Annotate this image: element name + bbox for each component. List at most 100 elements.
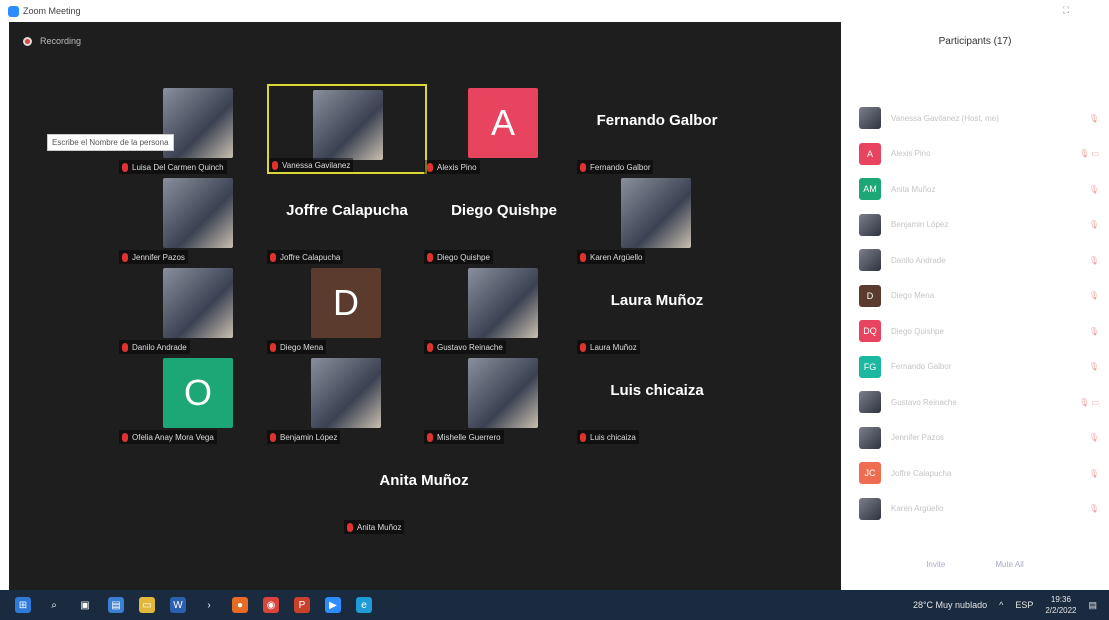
mic-muted-icon bbox=[427, 252, 433, 262]
tile-display-name: Joffre Calapucha bbox=[286, 202, 408, 219]
video-tile[interactable]: Diego Quishpe Diego Quishpe bbox=[424, 174, 584, 264]
search-icon[interactable]: ⌕ bbox=[46, 597, 62, 613]
video-tile[interactable]: Gustavo Reinache bbox=[424, 264, 584, 354]
tile-name-text: Luis chicaiza bbox=[590, 432, 636, 442]
participant-row[interactable]: DQ Diego Quishpe 🎙 bbox=[859, 319, 1099, 343]
participant-status-icons[interactable]: 🎙 bbox=[1069, 362, 1099, 371]
participant-status-icons[interactable]: 🎙 bbox=[1069, 291, 1099, 300]
tile-display-name: Diego Quishpe bbox=[451, 202, 557, 219]
avatar-letter: O bbox=[163, 358, 233, 428]
participant-row[interactable]: Jennifer Pazos 🎙 bbox=[859, 426, 1099, 450]
file-explorer-icon[interactable]: ▭ bbox=[139, 597, 155, 613]
participant-name: Diego Quishpe bbox=[891, 326, 944, 336]
video-tile[interactable]: Joffre Calapucha Joffre Calapucha bbox=[267, 174, 427, 264]
participants-panel: Participants (17) Vanessa Gavilanez (Hos… bbox=[841, 22, 1109, 590]
tile-name-label: Diego Mena bbox=[267, 340, 327, 354]
participant-row[interactable]: Vanessa Gavilanez (Host, me) 🎙 bbox=[859, 106, 1099, 130]
tray-chevron-icon[interactable]: ^ bbox=[999, 600, 1003, 610]
clock-time: 19:36 bbox=[1050, 595, 1071, 604]
zoom-icon[interactable]: ▶ bbox=[325, 597, 341, 613]
mic-muted-icon bbox=[122, 252, 128, 262]
video-tile[interactable]: Luis chicaiza Luis chicaiza bbox=[577, 354, 737, 444]
chrome-icon[interactable]: ◉ bbox=[263, 597, 279, 613]
tile-name-text: Mishelle Guerrero bbox=[437, 432, 501, 442]
language-indicator[interactable]: ESP bbox=[1015, 600, 1033, 610]
participant-video bbox=[621, 178, 691, 248]
video-tile[interactable]: A Alexis Pino bbox=[424, 84, 584, 174]
video-tile[interactable]: Luisa Del Carmen Quinch bbox=[119, 84, 279, 174]
participant-row[interactable]: Karen Argüello 🎙 bbox=[859, 497, 1099, 521]
video-tile[interactable]: Anita Muñoz Anita Muñoz bbox=[344, 444, 504, 534]
participant-name: Gustavo Reinache bbox=[891, 397, 957, 407]
participant-status-icons[interactable]: 🎙 bbox=[1069, 433, 1099, 442]
participant-status-icons[interactable]: 🎙 bbox=[1069, 469, 1099, 478]
avatar bbox=[859, 391, 881, 413]
clock[interactable]: 19:36 2/2/2022 bbox=[1045, 594, 1076, 616]
title-bar: Zoom Meeting ⛶ bbox=[0, 0, 1109, 22]
weather-widget[interactable]: 28°C Muy nublado bbox=[913, 600, 987, 610]
arrow-app-icon[interactable]: › bbox=[201, 597, 217, 613]
avatar: A bbox=[859, 142, 881, 165]
video-tile[interactable]: O Ofelia Anay Mora Vega bbox=[119, 354, 279, 444]
avatar: FG bbox=[859, 355, 881, 378]
participant-status-icons[interactable]: 🎙 ▭ bbox=[1069, 398, 1099, 407]
recording-indicator[interactable]: Recording bbox=[23, 36, 81, 46]
video-gallery: Recording Luisa Del Carmen Quinch Vanessa… bbox=[9, 22, 841, 590]
mic-muted-icon bbox=[270, 432, 276, 442]
windows-taskbar: ⊞ ⌕ ▣ ▤ ▭ W › ● ◉ P ▶ e 28°C Muy nublado ^ ESP 19:3… bbox=[0, 590, 1109, 620]
tile-name-label: Jennifer Pazos bbox=[119, 250, 188, 264]
participant-status-icons[interactable]: 🎙 bbox=[1069, 220, 1099, 229]
avatar-letter: A bbox=[468, 88, 538, 158]
invite-button[interactable]: Invite bbox=[926, 560, 945, 569]
window-controls[interactable]: ⛶ bbox=[1063, 5, 1069, 16]
video-tile[interactable]: D Diego Mena bbox=[267, 264, 427, 354]
notification-icon[interactable]: ▤ bbox=[1088, 600, 1097, 611]
participant-name: Anita Muñoz bbox=[891, 184, 936, 194]
participant-status-icons[interactable]: 🎙 bbox=[1069, 504, 1099, 513]
video-tile[interactable]: Laura Muñoz Laura Muñoz bbox=[577, 264, 737, 354]
participant-row[interactable]: AM Anita Muñoz 🎙 bbox=[859, 177, 1099, 201]
window-title: Zoom Meeting bbox=[23, 6, 81, 16]
participant-name: Joffre Calapucha bbox=[891, 468, 952, 478]
edge-icon[interactable]: e bbox=[356, 597, 372, 613]
mic-muted-icon bbox=[270, 252, 276, 262]
firefox-icon[interactable]: ● bbox=[232, 597, 248, 613]
participant-status-icons[interactable]: 🎙 bbox=[1069, 114, 1099, 123]
participant-row[interactable]: D Diego Mena 🎙 bbox=[859, 284, 1099, 308]
tile-name-label: Fernando Galbor bbox=[577, 160, 654, 174]
participant-video bbox=[311, 358, 381, 428]
tile-name-label: Anita Muñoz bbox=[344, 520, 405, 534]
windows-start-icon[interactable]: ⊞ bbox=[15, 597, 31, 613]
participant-status-icons[interactable]: 🎙 bbox=[1069, 185, 1099, 194]
participant-row[interactable]: Danilo Andrade 🎙 bbox=[859, 248, 1099, 272]
participant-row[interactable]: Gustavo Reinache 🎙 ▭ bbox=[859, 390, 1099, 414]
powerpoint-icon[interactable]: P bbox=[294, 597, 310, 613]
video-tile[interactable]: Fernando Galbor Fernando Galbor bbox=[577, 84, 737, 174]
tile-display-name: Laura Muñoz bbox=[610, 292, 704, 309]
participant-status-icons[interactable]: 🎙 ▭ bbox=[1069, 149, 1099, 158]
mic-muted-icon bbox=[580, 252, 586, 262]
participant-status-icons[interactable]: 🎙 bbox=[1069, 327, 1099, 336]
video-tile[interactable]: Karen Argüello bbox=[577, 174, 737, 264]
video-tile[interactable]: Benjamin López bbox=[267, 354, 427, 444]
video-tile[interactable]: Jennifer Pazos bbox=[119, 174, 279, 264]
participant-video bbox=[163, 268, 233, 338]
participant-row[interactable]: A Alexis Pino 🎙 ▭ bbox=[859, 142, 1099, 166]
video-tile[interactable]: Danilo Andrade bbox=[119, 264, 279, 354]
tile-name-text: Alexis Pino bbox=[437, 162, 477, 172]
word-icon[interactable]: W bbox=[170, 597, 186, 613]
avatar: DQ bbox=[859, 320, 881, 342]
participant-status-icons[interactable]: 🎙 bbox=[1069, 256, 1099, 265]
participant-row[interactable]: JC Joffre Calapucha 🎙 bbox=[859, 461, 1099, 485]
participant-row[interactable]: FG Fernando Galbor 🎙 bbox=[859, 355, 1099, 379]
name-tooltip: Escribe el Nombre de la persona bbox=[47, 134, 174, 151]
tile-name-text: Vanessa Gavilanez bbox=[282, 160, 351, 170]
task-view-icon[interactable]: ▣ bbox=[77, 597, 93, 613]
participant-row[interactable]: Benjamin López 🎙 bbox=[859, 213, 1099, 237]
video-tile[interactable]: Mishelle Guerrero bbox=[424, 354, 584, 444]
store-icon[interactable]: ▤ bbox=[108, 597, 124, 613]
video-tile[interactable]: Vanessa Gavilanez bbox=[267, 84, 427, 174]
system-tray: 28°C Muy nublado ^ ESP 19:36 2/2/2022 ▤ bbox=[913, 590, 1097, 620]
tile-name-text: Benjamin López bbox=[280, 432, 338, 442]
mute-all-button[interactable]: Mute All bbox=[995, 560, 1023, 569]
